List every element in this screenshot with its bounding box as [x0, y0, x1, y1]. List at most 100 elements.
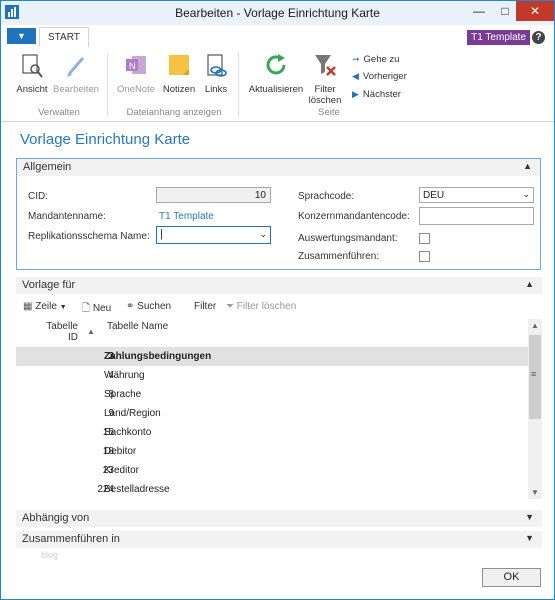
filter-loeschen-toolbar-button[interactable]: ⏷ Filter löschen — [226, 301, 296, 312]
table-row[interactable]: 3 Zahlungsbedingungen — [16, 347, 528, 366]
filter-loeschen-toolbar-label: Filter löschen — [236, 301, 297, 312]
chevron-down-icon: ▼ — [17, 31, 26, 41]
note-icon — [169, 55, 189, 75]
fasttab-vorlage-fuer[interactable]: Vorlage für ▲ — [16, 277, 542, 294]
suchen-label: Suchen — [137, 301, 172, 312]
naechster-button[interactable]: ▶ Nächster — [352, 89, 401, 100]
aktualisieren-button[interactable]: Aktualisieren — [245, 53, 307, 95]
company-badge[interactable]: T1 Template — [467, 30, 530, 45]
table-row[interactable]: 4 Währung — [16, 366, 528, 385]
onenote-label: OneNote — [116, 84, 156, 95]
cid-value: 10 — [254, 190, 266, 201]
links-label: Links — [204, 84, 228, 95]
fasttab-abhaengig-label: Abhängig von — [22, 512, 90, 524]
auswertung-label: Auswertungsmandant: — [298, 233, 398, 244]
scroll-down-icon[interactable]: ▼ — [531, 488, 539, 497]
naechster-label: Nächster — [362, 89, 401, 100]
group-verwalten: Verwalten — [38, 107, 80, 118]
cell-name: Debitor — [104, 446, 137, 457]
column-tabelle-id-label: Tabelle — [46, 321, 78, 332]
filter-button[interactable]: Filter — [194, 301, 216, 312]
vorheriger-button[interactable]: ◀ Vorheriger — [352, 71, 407, 82]
konzern-label: Konzernmandantencode: — [298, 211, 410, 222]
title-bar: Bearbeiten - Vorlage Einrichtung Karte —… — [1, 1, 554, 26]
binoculars-icon: ⚭ — [126, 301, 135, 312]
table-row[interactable]: 8 Sprache — [16, 385, 528, 404]
notizen-button[interactable]: Notizen — [159, 53, 199, 95]
watermark: blog — [41, 550, 59, 560]
gehe-zu-button[interactable]: ➞ Gehe zu — [352, 54, 399, 65]
sort-ascending-icon: ▲ — [87, 327, 95, 336]
text-cursor: | — [160, 228, 163, 240]
scrollbar-thumb[interactable]: ≡ — [529, 335, 541, 419]
table-row[interactable]: 224 Bestelladresse — [16, 480, 528, 499]
konzern-field[interactable] — [419, 207, 534, 225]
zusammen-label: Zusammenführen: — [298, 251, 380, 262]
mandantenname-link[interactable]: T1 Template — [159, 211, 214, 222]
fasttab-zusammenfuehren-in[interactable]: Zusammenführen in ▼ — [16, 531, 542, 548]
refresh-icon — [266, 54, 286, 75]
onenote-button[interactable]: N OneNote — [115, 53, 157, 95]
bearbeiten-label: Bearbeiten — [53, 84, 99, 95]
notizen-label: Notizen — [162, 84, 196, 95]
sprachcode-label: Sprachcode: — [298, 191, 355, 202]
bearbeiten-button[interactable]: Bearbeiten — [53, 53, 99, 95]
cell-name: Währung — [104, 370, 145, 381]
suchen-button[interactable]: ⚭ Suchen — [126, 301, 171, 312]
maximize-icon: □ — [501, 4, 509, 18]
ansicht-label: Ansicht — [16, 84, 48, 95]
links-button[interactable]: Links — [201, 53, 231, 95]
chevron-down-icon: ⌄ — [522, 189, 530, 199]
fasttab-vorlage-label: Vorlage für — [22, 279, 76, 291]
replikationsschema-select[interactable]: | ⌄ — [156, 226, 271, 244]
chevron-down-icon: ▼ — [525, 512, 534, 522]
grid-header: Tabelle ID ▲ Tabelle Name — [16, 319, 542, 347]
neu-label: Neu — [92, 303, 112, 314]
column-tabelle-id[interactable]: Tabelle ID — [46, 321, 78, 343]
filter-loeschen-label-2: löschen — [308, 95, 342, 106]
fasttab-allgemein[interactable]: Allgemein ▲ — [17, 159, 540, 176]
grid-icon: ▦ — [23, 301, 33, 312]
minimize-button[interactable]: — — [466, 1, 492, 21]
clear-filter-icon: ⏷ — [226, 301, 234, 312]
neu-button[interactable]: 🗋 Neu — [82, 301, 111, 318]
group-dateianhang: Dateianhang anzeigen — [126, 107, 222, 118]
table-row[interactable]: 9 Land/Region — [16, 404, 528, 423]
gehe-zu-label: Gehe zu — [363, 54, 400, 65]
pencil-icon — [67, 57, 85, 77]
fasttab-allgemein-label: Allgemein — [23, 161, 72, 173]
replikationsschema-label: Replikationsschema Name: — [28, 231, 150, 242]
ok-button[interactable]: OK — [482, 568, 541, 587]
cid-label: CID: — [28, 191, 48, 202]
group-seite: Seite — [318, 107, 340, 118]
vorheriger-label: Vorheriger — [362, 71, 407, 82]
previous-icon: ◀ — [352, 71, 359, 81]
page-title: Vorlage Einrichtung Karte — [20, 131, 191, 148]
table-row[interactable]: 15 Sachkonto — [16, 423, 528, 442]
tab-start[interactable]: START — [39, 27, 89, 48]
close-icon: ✕ — [529, 4, 541, 18]
close-button[interactable]: ✕ — [516, 1, 554, 21]
filter-loeschen-label-1: Filter — [314, 84, 336, 95]
fasttab-abhaengig-von[interactable]: Abhängig von ▼ — [16, 510, 542, 527]
cell-name: Land/Region — [104, 408, 161, 419]
auswertung-checkbox[interactable] — [419, 233, 430, 244]
chevron-down-icon: ▼ — [59, 304, 67, 311]
grid-rows: 3 Zahlungsbedingungen 4 Währung 8 Sprach… — [16, 347, 528, 499]
ansicht-button[interactable]: Ansicht — [15, 53, 49, 95]
cell-name: Sprache — [104, 389, 142, 400]
scroll-up-icon[interactable]: ▲ — [531, 321, 539, 330]
help-icon[interactable]: ? — [532, 31, 545, 44]
table-row[interactable]: 23 Kreditor — [16, 461, 528, 480]
cell-name: Zahlungsbedingungen — [104, 351, 212, 362]
table-row[interactable]: 18 Debitor — [16, 442, 528, 461]
app-menu-button[interactable]: ▼ — [7, 28, 36, 44]
zeile-menu[interactable]: ▦ Zeile ▼ — [23, 301, 67, 312]
sprachcode-select[interactable]: DEU ⌄ — [419, 187, 534, 203]
window: Bearbeiten - Vorlage Einrichtung Karte —… — [0, 0, 555, 600]
maximize-button[interactable]: □ — [492, 1, 518, 21]
link-icon — [207, 54, 227, 77]
zusammen-checkbox[interactable] — [419, 251, 430, 262]
column-tabelle-name[interactable]: Tabelle Name — [107, 321, 168, 332]
filter-loeschen-button[interactable]: Filter löschen — [307, 53, 343, 106]
